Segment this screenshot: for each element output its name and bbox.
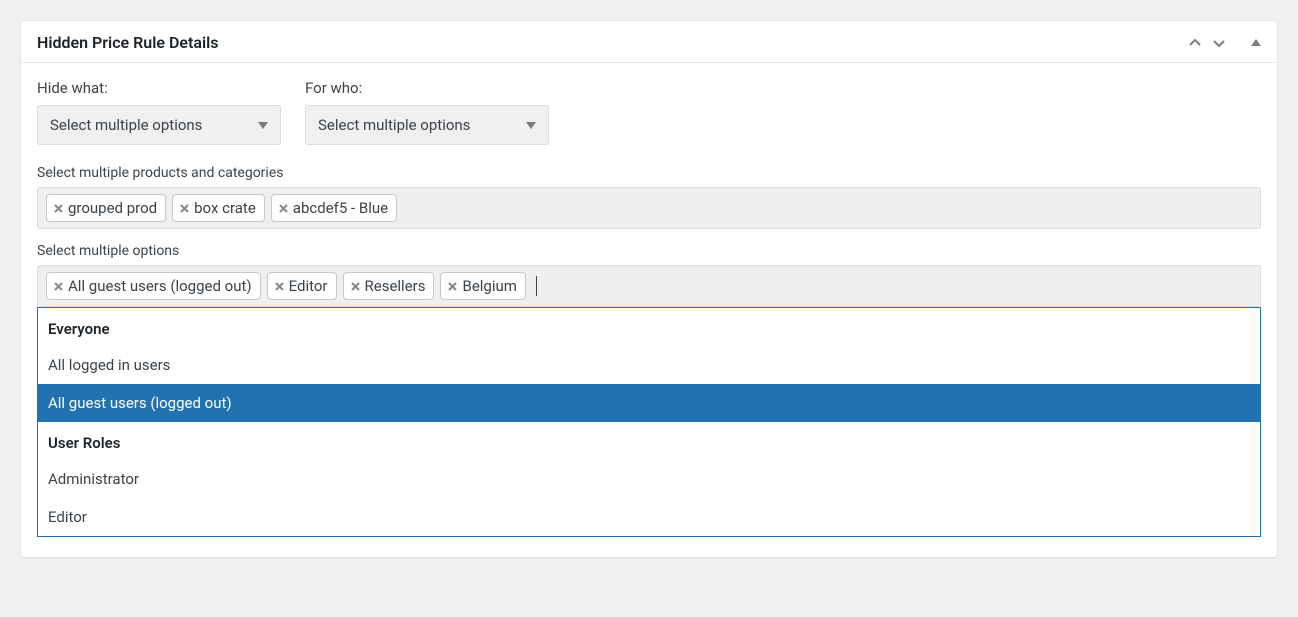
options-dropdown[interactable]: EveryoneAll logged in usersAll guest use… (37, 307, 1261, 537)
dropdown-option[interactable]: All logged in users (38, 346, 1260, 384)
dropdown-option[interactable]: All guest users (logged out) (38, 384, 1260, 422)
remove-tag-icon[interactable] (348, 281, 363, 292)
dropdown-group-label: Everyone (38, 308, 1260, 346)
hide-what-field: Hide what: Select multiple options (37, 79, 281, 145)
panel-header: Hidden Price Rule Details (21, 21, 1277, 63)
tag-label: grouped prod (68, 199, 157, 217)
tag: abcdef5 - Blue (271, 194, 397, 222)
panel-body: Hide what: Select multiple options For w… (21, 63, 1277, 557)
move-up-icon[interactable] (1187, 35, 1203, 51)
dropdown-group-label: User Roles (38, 422, 1260, 460)
for-who-placeholder: Select multiple options (318, 116, 470, 134)
hidden-price-rule-panel: Hidden Price Rule Details Hide what: Sel… (20, 20, 1278, 558)
chevron-down-icon (526, 122, 536, 129)
hide-what-select[interactable]: Select multiple options (37, 105, 281, 145)
row-fields: Hide what: Select multiple options For w… (37, 79, 1261, 145)
collapse-icon[interactable] (1251, 39, 1261, 46)
tag-label: Editor (289, 277, 328, 295)
products-tag-input[interactable]: grouped prod box crate abcdef5 - Blue (37, 187, 1261, 229)
dropdown-option[interactable]: Administrator (38, 460, 1260, 498)
text-cursor[interactable] (536, 276, 537, 296)
for-who-label: For who: (305, 79, 549, 97)
remove-tag-icon[interactable] (445, 281, 460, 292)
remove-tag-icon[interactable] (276, 203, 291, 214)
tag: Resellers (343, 272, 435, 300)
tag: Editor (267, 272, 337, 300)
tag-label: All guest users (logged out) (68, 277, 252, 295)
move-down-icon[interactable] (1211, 35, 1227, 51)
options-section: Select multiple options All guest users … (37, 243, 1261, 307)
products-section: Select multiple products and categories … (37, 165, 1261, 229)
panel-title: Hidden Price Rule Details (37, 33, 1187, 52)
for-who-select[interactable]: Select multiple options (305, 105, 549, 145)
options-tag-input[interactable]: All guest users (logged out) Editor Resell… (37, 265, 1261, 307)
options-label: Select multiple options (37, 243, 1261, 259)
tag-label: Belgium (462, 277, 516, 295)
tag: box crate (172, 194, 265, 222)
tag-label: abcdef5 - Blue (293, 199, 388, 217)
panel-actions (1187, 35, 1261, 51)
tag: grouped prod (46, 194, 166, 222)
hide-what-placeholder: Select multiple options (50, 116, 202, 134)
remove-tag-icon[interactable] (272, 281, 287, 292)
tag-label: Resellers (365, 277, 426, 295)
remove-tag-icon[interactable] (177, 203, 192, 214)
tag-label: box crate (194, 199, 256, 217)
products-label: Select multiple products and categories (37, 165, 1261, 181)
dropdown-option[interactable]: Editor (38, 498, 1260, 536)
for-who-field: For who: Select multiple options (305, 79, 549, 145)
tag: Belgium (440, 272, 525, 300)
remove-tag-icon[interactable] (51, 203, 66, 214)
chevron-down-icon (258, 122, 268, 129)
hide-what-label: Hide what: (37, 79, 281, 97)
tag: All guest users (logged out) (46, 272, 261, 300)
remove-tag-icon[interactable] (51, 281, 66, 292)
